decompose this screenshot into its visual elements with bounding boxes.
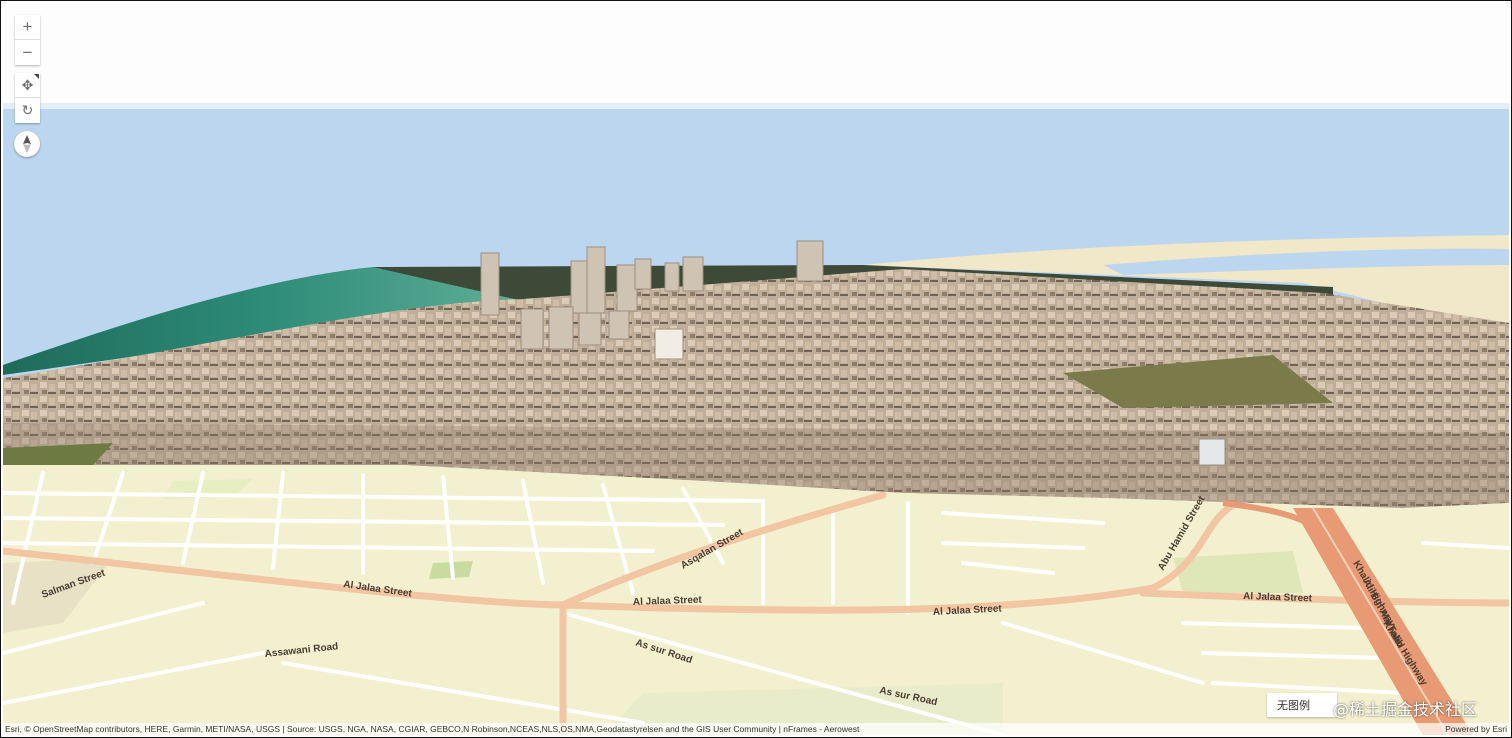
tower (654, 328, 684, 360)
plus-icon: + (22, 17, 33, 36)
attribution-text: Esri, © OpenStreetMap contributors, HERE… (5, 724, 860, 734)
move-icon: ✥ (21, 76, 34, 93)
tower (480, 252, 500, 316)
watermark: @稀土掘金技术社区 (1333, 700, 1478, 719)
minus-icon: − (22, 42, 33, 62)
legend-label: 无图例 (1277, 700, 1310, 712)
zoom-in-button[interactable]: + (15, 15, 40, 40)
zoom-out-button[interactable]: − (15, 40, 40, 65)
powered-by-link[interactable]: Powered by Esri (1445, 723, 1507, 735)
map-canvas[interactable]: Al Jalaa Street Al Jalaa Street Al Jalaa… (3, 3, 1509, 735)
tower (520, 308, 544, 350)
tower (578, 312, 602, 346)
zoom-controls: + − (15, 15, 40, 65)
sky (3, 3, 1509, 103)
compass-button[interactable] (14, 131, 40, 157)
navigation-controls: ✥ ↻ (15, 73, 40, 123)
rotate-button[interactable]: ↻ (15, 98, 40, 123)
map-frame: Al Jalaa Street Al Jalaa Street Al Jalaa… (0, 0, 1512, 738)
rotate-icon: ↻ (21, 102, 34, 118)
map-scene-view[interactable]: Al Jalaa Street Al Jalaa Street Al Jalaa… (3, 3, 1509, 735)
tower (634, 258, 652, 290)
tower (682, 256, 704, 292)
legend-panel[interactable]: 无图例 (1267, 693, 1337, 717)
tower (796, 240, 824, 282)
tower (616, 264, 638, 312)
attribution-bar: Esri, © OpenStreetMap contributors, HERE… (3, 723, 1509, 735)
tower (664, 262, 680, 292)
tower (608, 310, 630, 340)
tower (1198, 438, 1226, 466)
submenu-indicator-icon (34, 74, 39, 79)
horizon-line (3, 103, 1509, 109)
tower (586, 246, 606, 314)
compass-icon (23, 135, 31, 153)
pan-button[interactable]: ✥ (15, 73, 40, 98)
tower (548, 306, 574, 350)
